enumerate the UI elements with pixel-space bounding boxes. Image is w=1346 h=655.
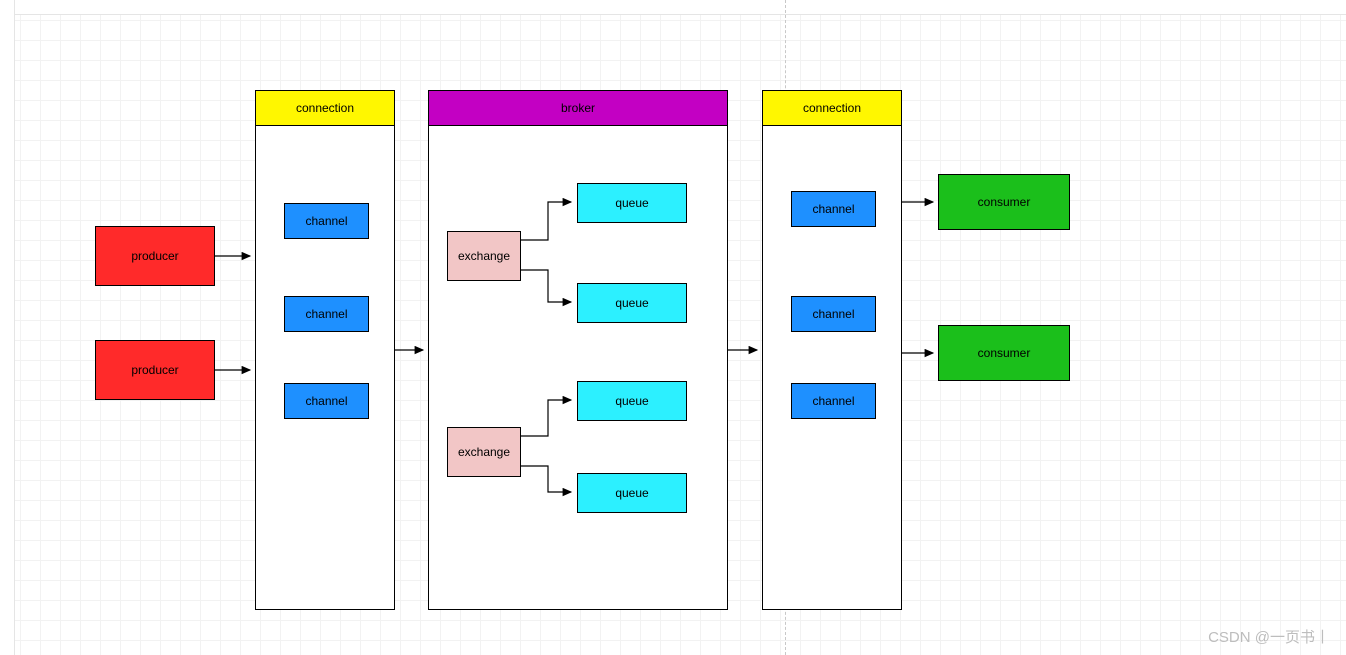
- queue-1[interactable]: queue: [577, 183, 687, 223]
- producer-label: producer: [131, 363, 178, 377]
- queue-label: queue: [615, 486, 648, 500]
- broker-container[interactable]: broker exchange queue queue exchange que…: [428, 90, 728, 610]
- connection-right-header: connection: [762, 90, 902, 126]
- consumer-label: consumer: [978, 346, 1031, 360]
- channel-label: channel: [305, 394, 347, 408]
- queue-label: queue: [615, 394, 648, 408]
- exchange-label: exchange: [458, 249, 510, 263]
- consumer-box-2[interactable]: consumer: [938, 325, 1070, 381]
- channel-label: channel: [305, 214, 347, 228]
- ruler-left: [0, 0, 15, 655]
- consumer-box-1[interactable]: consumer: [938, 174, 1070, 230]
- channel-right-3[interactable]: channel: [791, 383, 876, 419]
- queue-label: queue: [615, 296, 648, 310]
- producer-box-1[interactable]: producer: [95, 226, 215, 286]
- channel-label: channel: [812, 307, 854, 321]
- producer-box-2[interactable]: producer: [95, 340, 215, 400]
- connection-left-header: connection: [255, 90, 395, 126]
- channel-left-3[interactable]: channel: [284, 383, 369, 419]
- channel-label: channel: [812, 394, 854, 408]
- channel-right-2[interactable]: channel: [791, 296, 876, 332]
- broker-header: broker: [428, 90, 728, 126]
- queue-3[interactable]: queue: [577, 381, 687, 421]
- connection-left-container[interactable]: connection channel channel channel: [255, 90, 395, 610]
- connection-right-title: connection: [803, 101, 861, 115]
- channel-left-1[interactable]: channel: [284, 203, 369, 239]
- channel-label: channel: [812, 202, 854, 216]
- broker-title: broker: [561, 101, 595, 115]
- queue-label: queue: [615, 196, 648, 210]
- watermark-text: CSDN @一页书丨: [1208, 626, 1330, 647]
- channel-left-2[interactable]: channel: [284, 296, 369, 332]
- queue-2[interactable]: queue: [577, 283, 687, 323]
- exchange-label: exchange: [458, 445, 510, 459]
- channel-label: channel: [305, 307, 347, 321]
- connection-right-container[interactable]: connection channel channel channel: [762, 90, 902, 610]
- consumer-label: consumer: [978, 195, 1031, 209]
- producer-label: producer: [131, 249, 178, 263]
- connection-left-title: connection: [296, 101, 354, 115]
- exchange-2[interactable]: exchange: [447, 427, 521, 477]
- ruler-top: [0, 0, 1346, 15]
- exchange-1[interactable]: exchange: [447, 231, 521, 281]
- queue-4[interactable]: queue: [577, 473, 687, 513]
- channel-right-1[interactable]: channel: [791, 191, 876, 227]
